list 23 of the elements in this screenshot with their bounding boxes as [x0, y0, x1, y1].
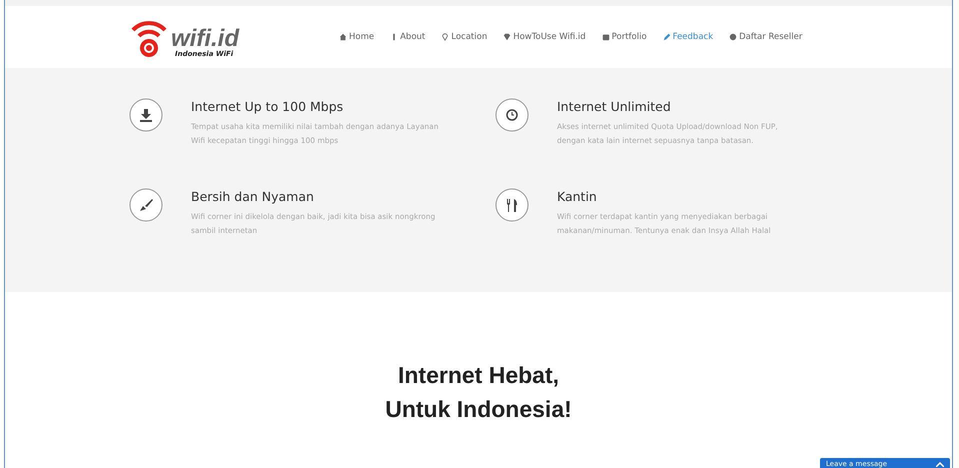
feature-title: Kantin: [557, 189, 598, 204]
map-pin-icon: [441, 33, 450, 41]
caret-icon: [936, 462, 944, 466]
download-icon: [129, 98, 163, 132]
logo-text: wifi.id: [171, 27, 239, 51]
pencil-icon: [662, 33, 671, 41]
feature-title: Bersih dan Nyaman: [191, 189, 315, 204]
brush-icon: [129, 188, 163, 222]
nav-link[interactable]: Portfolio: [602, 32, 647, 42]
feature-title: Internet Unlimited: [557, 99, 672, 114]
nav-link[interactable]: Feedback: [662, 32, 714, 42]
nav-link[interactable]: HowToUse Wifi.id: [503, 32, 586, 42]
headline: Untuk Indonesia!: [385, 395, 572, 424]
nav-link[interactable]: Location: [441, 32, 488, 42]
nav-link[interactable]: Daftar Reseller: [729, 32, 802, 42]
home-icon: [339, 33, 347, 41]
feature-title: Internet Up to 100 Mbps: [191, 99, 344, 114]
diamond-icon: [503, 33, 512, 41]
fork-knife-icon: [495, 188, 529, 222]
nav-link[interactable]: About: [390, 32, 426, 42]
headline: Internet Hebat,: [398, 361, 560, 390]
nav-link[interactable]: Home: [339, 32, 374, 42]
clock-icon: [495, 98, 529, 132]
